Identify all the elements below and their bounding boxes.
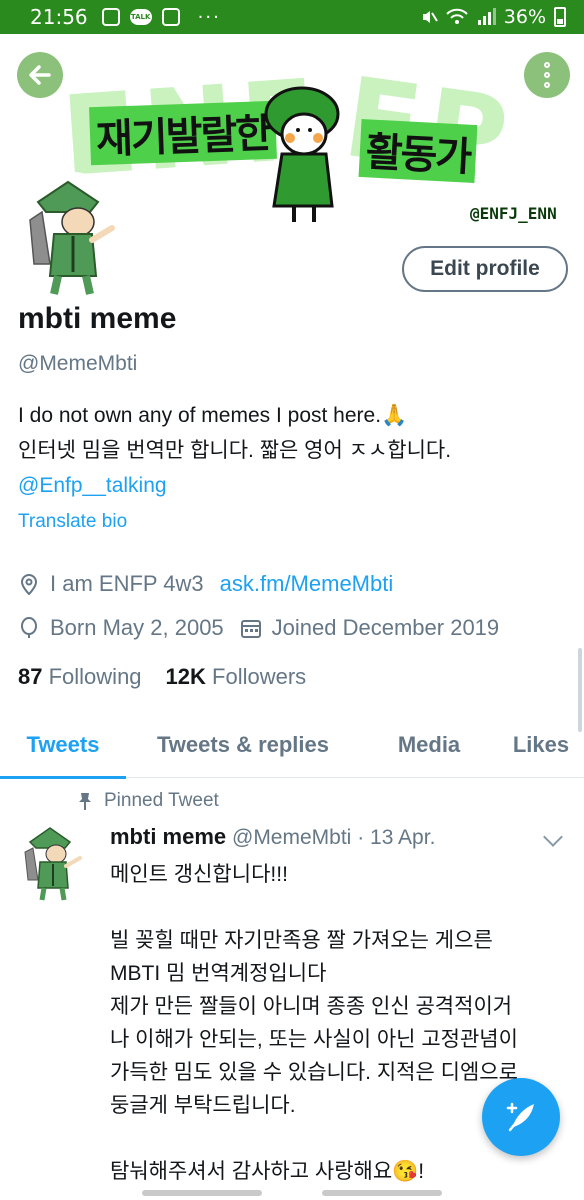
profile-location: I am ENFP 4w3 [50,571,204,596]
more-options-button[interactable] [524,52,570,98]
pin-icon [79,793,91,810]
tab-tweets[interactable]: Tweets [0,712,126,779]
tweet-line: 탐눠해주셔서 감사하고 사랑해요😘! [110,1160,425,1183]
profile-bio: I do not own any of memes I post here.🙏 … [18,398,451,503]
profile-joined: Joined December 2019 [271,615,500,640]
tweet-author-name[interactable]: mbti meme [110,824,226,849]
battery-percent: 36% [503,6,546,28]
gallery-icon [161,8,180,26]
tab-likes[interactable]: Likes [498,712,584,778]
wifi-icon [446,8,468,24]
tweet-line: MBTI 밈 번역계정입니다 [110,962,327,985]
profile-handle: @MemeMbti [18,352,138,375]
signal-icon [477,8,496,25]
profile-dates-row: Born May 2, 2005 Joined December 2019 [18,615,499,641]
tab-tweets-replies[interactable]: Tweets & replies [126,712,360,778]
profile-avatar[interactable] [20,172,126,300]
mute-icon [422,11,438,23]
tweet-avatar[interactable] [20,822,86,902]
pinned-tweet-text: Pinned Tweet [104,790,219,811]
following-stat[interactable]: 87 Following [18,664,142,690]
profile-location-row: I am ENFP 4w3 ask.fm/MemeMbti [18,571,393,597]
status-time: 21:56 [30,5,88,29]
tweet-line: 가득한 밈도 있을 수 있습니다. 지적은 디엠으로 [110,1061,518,1084]
tweet-line-blank [110,891,566,924]
tweet-line: 제가 만든 짤들이 아니며 종종 인신 공격적이거 [110,995,513,1018]
chevron-down-icon[interactable] [543,827,563,847]
tweet-line: 메인트 갱신합니다!!! [110,863,288,886]
tweet-line: 빌 꽂힐 때만 자기만족용 짤 가져오는 게으른 [110,929,493,952]
pinned-tweet-label: Pinned Tweet [78,790,219,812]
tab-media[interactable]: Media [360,712,498,778]
status-notification-icons: TALK ··· [101,6,221,28]
nav-handle-left[interactable] [142,1190,262,1196]
follow-stats: 87 Following 12K Followers [18,664,306,690]
edit-profile-button[interactable]: Edit profile [402,246,568,292]
kakaotalk-icon: TALK [129,9,152,25]
bio-mention-link[interactable]: @Enfp__talking [18,468,451,503]
bio-line-2: 인터넷 밈을 번역만 합니다. 짧은 영어 ㅈㅅ합니다. [18,439,452,462]
followers-label: Followers [212,664,307,689]
back-button[interactable] [17,52,63,98]
followers-stat[interactable]: 12K Followers [166,664,307,690]
banner-text-left: 재기발랄한 [89,100,277,166]
translate-bio-link[interactable]: Translate bio [18,511,127,533]
calendar-icon [240,617,262,639]
profile-birthday: Born May 2, 2005 [50,615,224,640]
banner-handle-text: @ENFJ_ENN [470,204,557,223]
back-arrow-icon [29,65,51,85]
profile-website-link[interactable]: ask.fm/MemeMbti [220,571,394,597]
scrollbar[interactable] [578,648,582,732]
banner-text-right: 활동가 [358,118,478,184]
banner-character-illustration [264,86,340,222]
compose-tweet-icon [506,1102,534,1132]
more-notifications-icon: ··· [197,6,221,28]
compose-tweet-button[interactable] [482,1078,560,1156]
instagram-icon [101,8,120,26]
following-count: 87 [18,664,43,689]
tweet-date: · 13 Apr. [357,826,436,849]
profile-display-name: mbti meme [18,302,177,335]
followers-count: 12K [165,664,206,689]
tweet-author-handle[interactable]: @MemeMbti [232,826,351,849]
battery-icon [554,7,566,27]
profile-tabs: Tweets Tweets & replies Media Likes [0,712,584,779]
system-nav-bar [0,1186,584,1200]
tweet-line: 나 이해가 안되는, 또는 사실이 아닌 고정관념이 [110,1028,518,1051]
birthday-icon [18,617,40,639]
status-bar: 21:56 TALK ··· 36% [0,0,584,34]
tweet-header: mbti meme @MemeMbti · 13 Apr. [110,824,435,850]
more-vertical-icon [544,62,550,88]
location-icon [18,573,40,595]
following-label: Following [48,664,142,689]
bio-line-1: I do not own any of memes I post here.🙏 [18,404,408,427]
nav-handle-right[interactable] [322,1190,442,1196]
